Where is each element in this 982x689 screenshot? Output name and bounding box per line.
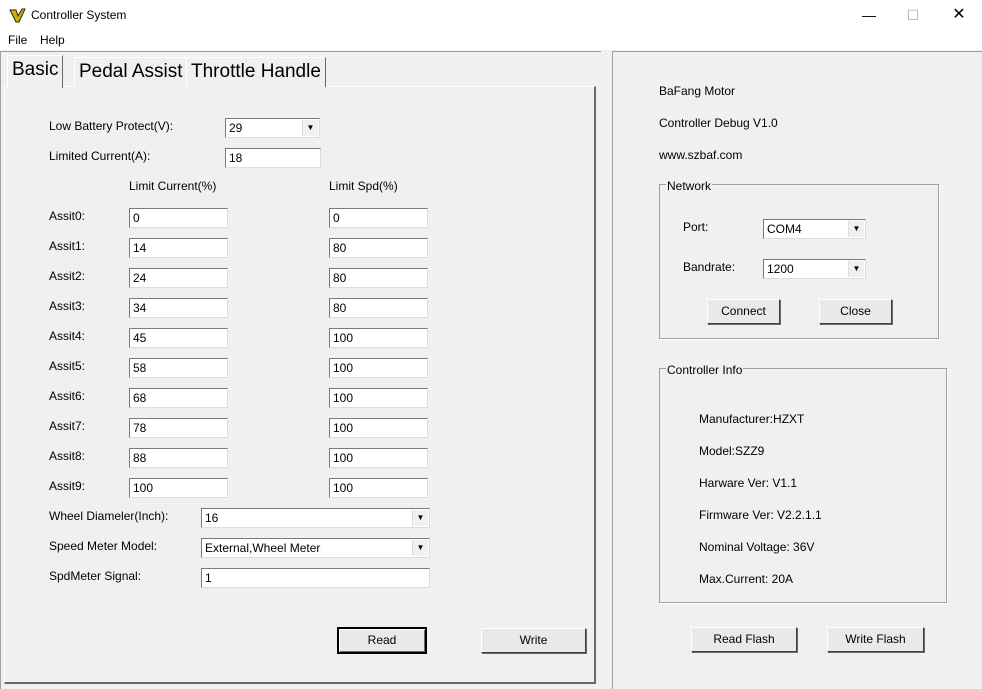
firmware-version-text: Firmware Ver: V2.2.1.1 <box>699 508 822 522</box>
menu-bar <box>0 30 982 50</box>
model-text: Model:SZZ9 <box>699 444 765 458</box>
chevron-down-icon[interactable]: ▼ <box>412 510 428 526</box>
assist-label: Assit6: <box>49 389 86 403</box>
assist-label: Assit9: <box>49 479 86 493</box>
hardware-version-text: Harware Ver: V1.1 <box>699 476 798 490</box>
wheel-diameter-label: Wheel Diameler(Inch): <box>49 509 169 523</box>
assist-current-input[interactable]: 68 <box>129 388 228 408</box>
chevron-down-icon[interactable]: ▼ <box>412 540 428 556</box>
maximize-button[interactable]: ☐ <box>890 0 936 30</box>
assist-speed-input[interactable]: 80 <box>329 298 428 318</box>
close-window-button[interactable]: ✕ <box>936 0 982 30</box>
debug-version-text: Controller Debug V1.0 <box>659 116 778 130</box>
spdmeter-signal-label: SpdMeter Signal: <box>49 569 142 583</box>
menu-help[interactable]: Help <box>40 33 65 47</box>
baudrate-label: Bandrate: <box>683 260 736 274</box>
controller-info-title: Controller Info <box>666 363 744 377</box>
assist-label: Assit0: <box>49 209 86 223</box>
port-value: COM4 <box>767 222 802 236</box>
connect-button[interactable]: Connect <box>707 299 780 324</box>
assist-label: Assit2: <box>49 269 86 283</box>
manufacturer-text: Manufacturer:HZXT <box>699 412 805 426</box>
brand-text: BaFang Motor <box>659 84 736 98</box>
title-bar <box>0 0 982 30</box>
assist-label: Assit3: <box>49 299 86 313</box>
spdmeter-signal-input[interactable]: 1 <box>201 568 430 588</box>
tab-throttle-handle[interactable]: Throttle Handle <box>186 57 326 87</box>
tab-pedal-assist[interactable]: Pedal Assist <box>74 57 188 87</box>
low-battery-label: Low Battery Protect(V): <box>49 119 174 133</box>
app-logo-icon <box>9 8 26 23</box>
assist-current-input[interactable]: 34 <box>129 298 228 318</box>
assist-current-input[interactable]: 58 <box>129 358 228 378</box>
port-label: Port: <box>683 220 709 234</box>
assist-current-input[interactable]: 88 <box>129 448 228 468</box>
assist-current-input[interactable]: 78 <box>129 418 228 438</box>
assist-label: Assit8: <box>49 449 86 463</box>
tab-basic[interactable]: Basic <box>7 55 64 88</box>
write-button[interactable]: Write <box>481 628 586 653</box>
assist-current-input[interactable]: 0 <box>129 208 228 228</box>
low-battery-value: 29 <box>229 121 243 135</box>
limited-current-input[interactable]: 18 <box>225 148 321 168</box>
baudrate-value: 1200 <box>767 262 794 276</box>
low-battery-select[interactable]: 29 ▼ <box>225 118 320 138</box>
wheel-diameter-value: 16 <box>205 511 219 525</box>
limit-current-header: Limit Current(%) <box>129 179 217 193</box>
assist-speed-input[interactable]: 100 <box>329 328 428 348</box>
assist-speed-input[interactable]: 100 <box>329 478 428 498</box>
assist-current-input[interactable]: 14 <box>129 238 228 258</box>
port-select[interactable]: COM4 ▼ <box>763 219 866 239</box>
assist-label: Assit1: <box>49 239 86 253</box>
assist-label: Assit4: <box>49 329 86 343</box>
speed-meter-value: External,Wheel Meter <box>205 541 321 555</box>
close-button[interactable]: Close <box>819 299 892 324</box>
write-flash-button[interactable]: Write Flash <box>827 627 924 652</box>
assist-speed-input[interactable]: 100 <box>329 448 428 468</box>
website-text: www.szbaf.com <box>659 148 743 162</box>
speed-meter-select[interactable]: External,Wheel Meter ▼ <box>201 538 430 558</box>
window-title: Controller System <box>31 8 127 22</box>
wheel-diameter-select[interactable]: 16 ▼ <box>201 508 430 528</box>
assist-speed-input[interactable]: 100 <box>329 388 428 408</box>
assist-speed-input[interactable]: 100 <box>329 418 428 438</box>
limit-speed-header: Limit Spd(%) <box>329 179 398 193</box>
assist-label: Assit5: <box>49 359 86 373</box>
tab-content <box>4 86 596 684</box>
nominal-voltage-text: Nominal Voltage: 36V <box>699 540 815 554</box>
assist-label: Assit7: <box>49 419 86 433</box>
assist-current-input[interactable]: 24 <box>129 268 228 288</box>
read-button[interactable]: Read <box>337 627 427 654</box>
assist-speed-input[interactable]: 0 <box>329 208 428 228</box>
assist-current-input[interactable]: 100 <box>129 478 228 498</box>
assist-speed-input[interactable]: 80 <box>329 268 428 288</box>
read-flash-button[interactable]: Read Flash <box>691 627 797 652</box>
chevron-down-icon[interactable]: ▼ <box>848 221 864 237</box>
chevron-down-icon[interactable]: ▼ <box>848 261 864 277</box>
max-current-text: Max.Current: 20A <box>699 572 794 586</box>
baudrate-select[interactable]: 1200 ▼ <box>763 259 866 279</box>
menu-file[interactable]: File <box>8 33 27 47</box>
minimize-button[interactable]: — <box>846 0 892 30</box>
limited-current-label: Limited Current(A): <box>49 149 151 163</box>
assist-speed-input[interactable]: 100 <box>329 358 428 378</box>
assist-speed-input[interactable]: 80 <box>329 238 428 258</box>
speed-meter-label: Speed Meter Model: <box>49 539 158 553</box>
assist-current-input[interactable]: 45 <box>129 328 228 348</box>
network-group-title: Network <box>666 179 713 193</box>
chevron-down-icon[interactable]: ▼ <box>302 120 318 136</box>
